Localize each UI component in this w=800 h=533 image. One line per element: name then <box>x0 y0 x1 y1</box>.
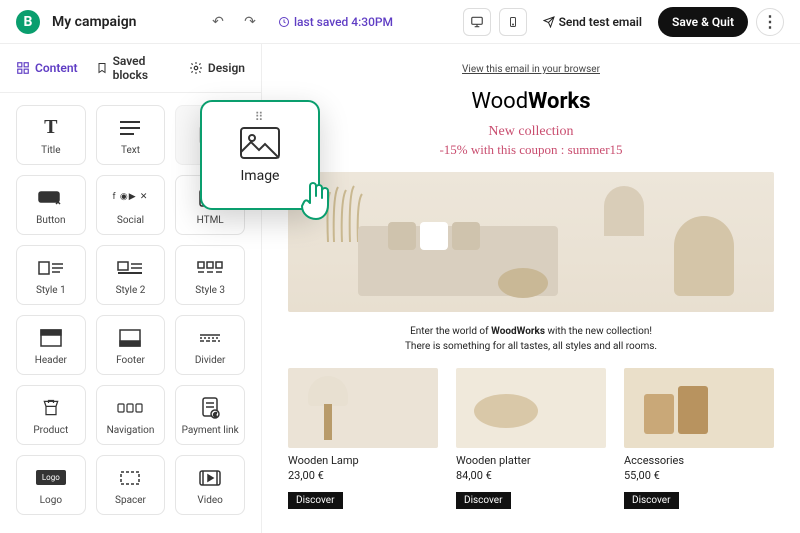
block-style2[interactable]: Style 2 <box>96 245 166 305</box>
video-icon <box>198 465 222 491</box>
intro-text: Enter the world of WoodWorks with the ne… <box>288 324 774 354</box>
desktop-preview-button[interactable] <box>463 8 491 36</box>
undo-button[interactable]: ↶ <box>206 10 230 34</box>
button-icon <box>38 185 64 211</box>
discover-button[interactable]: Discover <box>288 492 343 509</box>
product-name: Accessories <box>624 454 774 467</box>
discover-button[interactable]: Discover <box>456 492 511 509</box>
block-header[interactable]: Header <box>16 315 86 375</box>
block-payment[interactable]: €Payment link <box>175 385 245 445</box>
product-name: Wooden Lamp <box>288 454 438 467</box>
title-icon: T <box>44 115 57 141</box>
style2-icon <box>117 255 143 281</box>
payment-icon: € <box>200 395 220 421</box>
content-icon <box>16 61 30 75</box>
save-quit-button[interactable]: Save & Quit <box>658 7 748 37</box>
product-image <box>624 368 774 448</box>
tab-design[interactable]: Design <box>189 54 245 82</box>
block-product[interactable]: Product <box>16 385 86 445</box>
redo-button[interactable]: ↷ <box>238 10 262 34</box>
block-video[interactable]: Video <box>175 455 245 515</box>
image-icon <box>239 126 281 160</box>
header-icon <box>40 325 62 351</box>
drag-handle-icon: ⠿ <box>255 110 266 124</box>
block-divider[interactable]: Divider <box>175 315 245 375</box>
send-test-button[interactable]: Send test email <box>535 9 650 35</box>
product-card: Wooden Lamp 23,00 € Discover <box>288 368 438 509</box>
block-logo[interactable]: LogoLogo <box>16 455 86 515</box>
block-style1[interactable]: Style 1 <box>16 245 86 305</box>
product-card: Wooden platter 84,00 € Discover <box>456 368 606 509</box>
block-navigation[interactable]: Navigation <box>96 385 166 445</box>
discover-button[interactable]: Discover <box>624 492 679 509</box>
style1-icon <box>38 255 64 281</box>
tab-content[interactable]: Content <box>16 54 78 82</box>
product-price: 23,00 € <box>288 469 438 482</box>
block-text[interactable]: Text <box>96 105 166 165</box>
send-icon <box>543 16 555 28</box>
view-in-browser-link[interactable]: View this email in your browser <box>288 64 774 75</box>
product-price: 84,00 € <box>456 469 606 482</box>
cursor-hand-icon <box>296 178 336 222</box>
promo-subtitle: -15% with this coupon : summer15 <box>288 142 774 158</box>
drag-label: Image <box>241 168 280 184</box>
product-image <box>456 368 606 448</box>
style3-icon <box>197 255 223 281</box>
email-canvas[interactable]: View this email in your browser WoodWork… <box>262 44 800 533</box>
block-title[interactable]: TTitle <box>16 105 86 165</box>
product-icon <box>41 395 61 421</box>
spacer-icon <box>119 465 141 491</box>
product-row: Wooden Lamp 23,00 € Discover Wooden plat… <box>288 368 774 509</box>
block-footer[interactable]: Footer <box>96 315 166 375</box>
promo-title: New collection <box>288 124 774 140</box>
block-style3[interactable]: Style 3 <box>175 245 245 305</box>
sidebar-tabs: Content Saved blocks Design <box>0 44 261 93</box>
product-name: Wooden platter <box>456 454 606 467</box>
product-card: Accessories 55,00 € Discover <box>624 368 774 509</box>
product-image <box>288 368 438 448</box>
footer-icon <box>119 325 141 351</box>
campaign-title: My campaign <box>52 14 136 30</box>
clock-icon <box>278 16 290 28</box>
navigation-icon <box>117 395 143 421</box>
dragging-image-block[interactable]: ⠿ Image <box>200 100 320 210</box>
hero-image <box>288 172 774 312</box>
more-menu-button[interactable]: ⋮ <box>756 8 784 36</box>
text-icon <box>118 115 142 141</box>
top-bar: B My campaign ↶ ↷ last saved 4:30PM Send… <box>0 0 800 44</box>
social-icon: f ◉▶ ✕ <box>113 185 149 211</box>
gear-icon <box>189 61 203 75</box>
mobile-preview-button[interactable] <box>499 8 527 36</box>
last-saved-label: last saved 4:30PM <box>278 15 393 29</box>
block-social[interactable]: f ◉▶ ✕Social <box>96 175 166 235</box>
block-spacer[interactable]: Spacer <box>96 455 166 515</box>
brand-heading: WoodWorks <box>288 89 774 114</box>
product-price: 55,00 € <box>624 469 774 482</box>
tab-saved-blocks[interactable]: Saved blocks <box>96 54 171 82</box>
logo-icon: Logo <box>36 465 66 491</box>
divider-icon <box>198 325 222 351</box>
block-button[interactable]: Button <box>16 175 86 235</box>
bookmark-icon <box>96 61 108 75</box>
app-logo: B <box>16 10 40 34</box>
